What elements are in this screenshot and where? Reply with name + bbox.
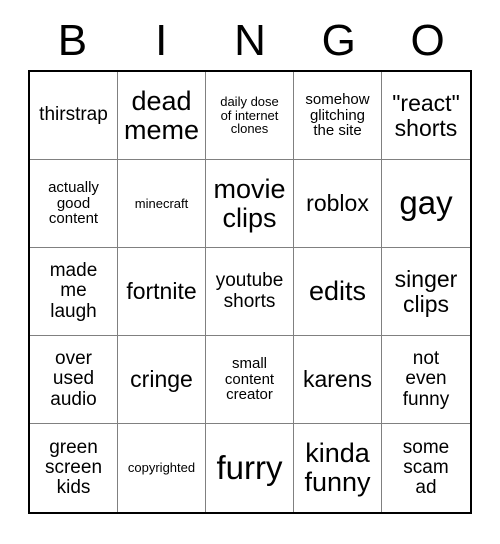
bingo-cell-label: actually good content xyxy=(48,178,99,228)
bingo-cell-label: furry xyxy=(216,448,283,486)
bingo-cell-label: karens xyxy=(302,366,373,393)
bingo-cell[interactable]: furry xyxy=(206,424,294,512)
bingo-cell-label: roblox xyxy=(306,190,369,217)
bingo-cell[interactable]: karens xyxy=(294,336,382,424)
bingo-cell[interactable]: small content creator xyxy=(206,336,294,424)
bingo-cell[interactable]: edits xyxy=(294,248,382,336)
bingo-cell-label: somehow glitching the site xyxy=(305,90,370,140)
bingo-cell-label: green screen kids xyxy=(44,436,103,499)
bingo-cell[interactable]: youtube shorts xyxy=(206,248,294,336)
bingo-cell[interactable]: movie clips xyxy=(206,160,294,248)
bingo-cell[interactable]: made me laugh xyxy=(30,248,118,336)
bingo-cell-label: small content creator xyxy=(224,354,275,404)
bingo-cell-label: gay xyxy=(399,184,453,222)
bingo-cell[interactable]: over used audio xyxy=(30,336,118,424)
bingo-cell-label: youtube shorts xyxy=(215,270,284,312)
bingo-cell[interactable]: dead meme xyxy=(118,72,206,160)
bingo-cell[interactable]: thirstrap xyxy=(30,72,118,160)
bingo-cell-label: over used audio xyxy=(50,348,97,410)
bingo-cell-label: daily dose of internet clones xyxy=(220,93,279,137)
bingo-cell-label: fortnite xyxy=(126,278,197,305)
bingo-cell-label: minecraft xyxy=(134,195,189,211)
bingo-cell[interactable]: actually good content xyxy=(30,160,118,248)
bingo-header-letter-g: G xyxy=(321,16,356,65)
bingo-cell[interactable]: not even funny xyxy=(382,336,470,424)
bingo-cell[interactable]: minecraft xyxy=(118,160,206,248)
bingo-cell[interactable]: fortnite xyxy=(118,248,206,336)
bingo-cell-label: not even funny xyxy=(402,348,450,410)
bingo-cell[interactable]: green screen kids xyxy=(30,424,118,512)
bingo-cell[interactable]: gay xyxy=(382,160,470,248)
bingo-cell-label: dead meme xyxy=(123,85,199,145)
bingo-cell[interactable]: somehow glitching the site xyxy=(294,72,382,160)
bingo-header-letter-i: I xyxy=(155,16,168,65)
bingo-cell-label: edits xyxy=(308,276,367,307)
bingo-card: B I N G O thirstrap dead meme daily dose o… xyxy=(0,0,500,544)
bingo-cell[interactable]: some scam ad xyxy=(382,424,470,512)
bingo-cell-label: made me laugh xyxy=(49,260,98,322)
bingo-cell-label: movie clips xyxy=(213,173,286,233)
bingo-cell[interactable]: kinda funny xyxy=(294,424,382,512)
bingo-header-letter-b: B xyxy=(57,16,88,65)
bingo-cell-label: kinda funny xyxy=(304,438,371,497)
bingo-cell[interactable]: copyrighted xyxy=(118,424,206,512)
bingo-cell[interactable]: "react" shorts xyxy=(382,72,470,160)
bingo-cell[interactable]: roblox xyxy=(294,160,382,248)
bingo-header-letter-o: O xyxy=(410,16,445,65)
bingo-grid: thirstrap dead meme daily dose of internet… xyxy=(28,70,472,514)
bingo-cell-label: "react" shorts xyxy=(392,90,460,141)
bingo-cell[interactable]: daily dose of internet clones xyxy=(206,72,294,160)
bingo-cell-label: copyrighted xyxy=(127,460,196,476)
bingo-cell[interactable]: singer clips xyxy=(382,248,470,336)
bingo-cell[interactable]: cringe xyxy=(118,336,206,424)
bingo-header-letter-n: N xyxy=(234,16,266,65)
bingo-cell-label: singer clips xyxy=(394,266,458,317)
bingo-cell-label: thirstrap xyxy=(39,104,108,126)
bingo-header: B I N G O xyxy=(28,14,472,68)
bingo-cell-label: some scam ad xyxy=(402,436,450,499)
bingo-cell-label: cringe xyxy=(130,366,193,393)
